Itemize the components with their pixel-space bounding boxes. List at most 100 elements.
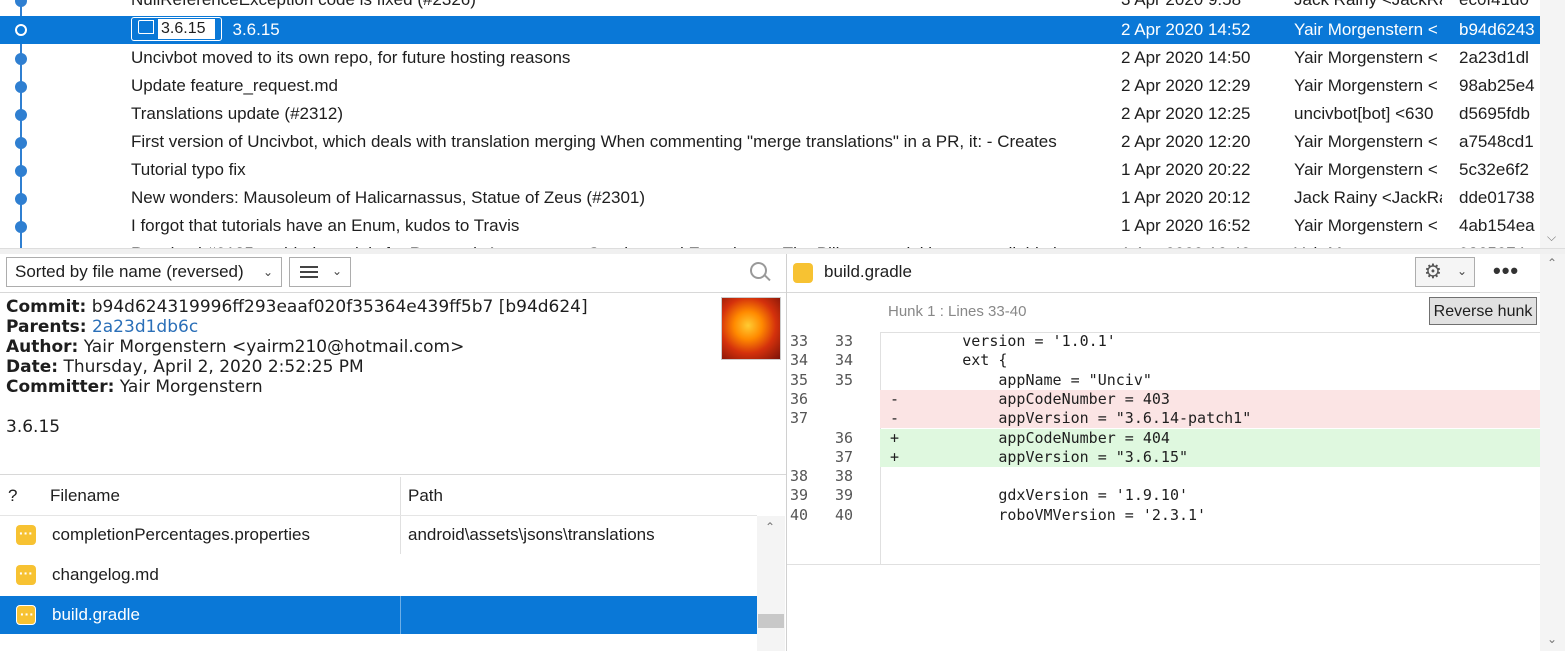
diff-line-deleted[interactable]: 36 - appCodeNumber = 403	[787, 389, 1540, 410]
modified-file-icon	[16, 595, 36, 633]
commit-node	[15, 165, 27, 177]
diff-line-context[interactable]: 33 33 version = '1.0.1'	[787, 332, 1540, 351]
scroll-down-icon[interactable]: ⌵	[1547, 230, 1556, 245]
diff-scrollbar[interactable]: ⌃ ⌄	[1540, 254, 1565, 651]
commit-row[interactable]: Update feature_request.md 2 Apr 2020 12:…	[0, 72, 1540, 100]
new-line-number: 40	[835, 505, 854, 524]
parent-link[interactable]: 2a23d1db6c	[92, 317, 198, 337]
diff-line-context[interactable]: 34 34 ext {	[787, 351, 1540, 370]
code-text: ext {	[890, 351, 1008, 370]
new-line-number: 34	[835, 351, 854, 370]
diff-settings-button[interactable]: ⚙ ⌄	[1415, 257, 1475, 287]
commit-date: 3 Apr 2020 9:58	[1121, 0, 1286, 14]
modified-file-icon	[16, 554, 36, 592]
commit-row[interactable]: First version of Uncivbot, which deals w…	[0, 128, 1540, 156]
commit-date: 2 Apr 2020 14:50	[1121, 48, 1251, 67]
old-line-number: 39	[790, 486, 809, 505]
commit-message: First version of Uncivbot, which deals w…	[131, 132, 1057, 151]
log-scrollbar[interactable]	[1540, 0, 1565, 248]
commit-node	[15, 0, 27, 7]
new-line-number: 38	[835, 467, 854, 486]
committer-value: Yair Morgenstern	[119, 377, 263, 397]
date-label: Date:	[6, 357, 59, 377]
file-path: android\assets\jsons\translations	[408, 525, 655, 544]
commit-author: Jack Rainy <JackRa	[1294, 0, 1442, 14]
commit-author: Yair Morgenstern <	[1294, 132, 1438, 151]
commit-row[interactable]: Translations update (#2312) 2 Apr 2020 1…	[0, 100, 1540, 128]
commit-message: Resolved #2135 - added tutorials for Res…	[131, 240, 1106, 248]
diff-line-added[interactable]: 36 + appCodeNumber = 404	[787, 428, 1540, 448]
commit-message: NullReferenceException code is fixed (#2…	[131, 0, 1106, 14]
commit-date: 1 Apr 2020 16:52	[1121, 216, 1251, 235]
hunk-header: Hunk 1 : Lines 33-40 Reverse hunk	[880, 294, 1540, 333]
divider	[787, 564, 1540, 565]
diff-line-context[interactable]: 35 35 appName = "Unciv"	[787, 371, 1540, 390]
commit-row[interactable]: I forgot that tutorials have an Enum, ku…	[0, 212, 1540, 240]
view-mode-dropdown[interactable]: ⌄	[289, 257, 351, 287]
file-row[interactable]: changelog.md	[0, 554, 757, 594]
status-column-header[interactable]: ?	[8, 477, 17, 515]
commit-row[interactable]: Uncivbot moved to its own repo, for futu…	[0, 44, 1540, 72]
filename-column-header[interactable]: Filename	[50, 477, 120, 515]
divider	[787, 292, 1540, 293]
old-line-number: 33	[790, 332, 809, 350]
commit-hash: 9365074	[1459, 240, 1539, 248]
diff-line-context[interactable]: 39 39 gdxVersion = '1.9.10'	[787, 486, 1540, 505]
diff-line-added[interactable]: 37 + appVersion = "3.6.15"	[787, 447, 1540, 468]
diff-header: build.gradle ⚙ ⌄ •••	[787, 252, 1540, 292]
commit-info: Commit: b94d624319996ff293eaaf020f35364e…	[6, 297, 588, 437]
old-line-number: 35	[790, 370, 809, 389]
commit-row[interactable]: Resolved #2135 - added tutorials for Res…	[0, 240, 1540, 248]
old-line-number: 37	[790, 409, 809, 428]
old-line-number: 40	[790, 505, 809, 524]
scroll-down-icon[interactable]: ⌄	[1547, 632, 1557, 646]
commit-node	[15, 193, 27, 205]
diff-line-context[interactable]: 40 40 roboVMVersion = '2.3.1'	[787, 506, 1540, 525]
more-options-icon[interactable]: •••	[1493, 258, 1519, 284]
date-value: Thursday, April 2, 2020 2:52:25 PM	[63, 357, 364, 377]
commit-node	[15, 109, 27, 121]
commit-node	[15, 81, 27, 93]
commit-message: Translations update (#2312)	[131, 104, 344, 123]
commit-message: Tutorial typo fix	[131, 160, 246, 179]
commit-hash: a7548cd1	[1459, 132, 1534, 151]
chevron-down-icon: ⌄	[331, 264, 342, 278]
commit-node	[15, 53, 27, 65]
diff-line-deleted[interactable]: 37 - appVersion = "3.6.14-patch1"	[787, 409, 1540, 429]
commit-row-selected[interactable]: 3.6.15 3.6.15 2 Apr 2020 14:52 Yair Morge…	[0, 16, 1540, 44]
commit-date: 2 Apr 2020 12:25	[1121, 104, 1251, 123]
scroll-up-icon[interactable]: ⌃	[1547, 256, 1557, 270]
commit-log[interactable]: NullReferenceException code is fixed (#2…	[0, 0, 1565, 248]
chevron-down-icon: ⌄	[262, 265, 273, 279]
file-row[interactable]: completionPercentages.properties android…	[0, 514, 757, 554]
commit-message: 3.6.15	[232, 20, 280, 39]
commit-row[interactable]: Tutorial typo fix 1 Apr 2020 20:22 Yair …	[0, 156, 1540, 184]
code-text: roboVMVersion = '2.3.1'	[890, 505, 1207, 524]
file-list-scrollbar[interactable]: ⌃	[757, 516, 785, 651]
tag-label: 3.6.15	[158, 18, 216, 39]
scrollbar-thumb[interactable]	[758, 614, 784, 628]
sort-dropdown[interactable]: Sorted by file name (reversed) ⌄	[6, 257, 282, 287]
commit-row[interactable]: New wonders: Mausoleum of Halicarnassus,…	[0, 184, 1540, 212]
search-icon[interactable]	[750, 262, 767, 279]
file-row-selected[interactable]: build.gradle	[0, 595, 757, 634]
committer-label: Committer:	[6, 377, 115, 397]
code-text: - appVersion = "3.6.14-patch1"	[890, 409, 1252, 428]
reverse-hunk-button[interactable]: Reverse hunk	[1429, 297, 1537, 325]
commit-sha: b94d624319996ff293eaaf020f35364e439ff5b7…	[91, 297, 588, 317]
path-column-header[interactable]: Path	[408, 477, 443, 515]
gear-icon: ⚙	[1424, 261, 1442, 283]
new-line-number: 36	[835, 428, 854, 447]
diff-panel: build.gradle ⚙ ⌄ ••• Hunk 1 : Lines 33-4…	[787, 252, 1540, 651]
commit-message-body: 3.6.15	[6, 417, 61, 437]
commit-author: Yair Morgenstern <	[1294, 48, 1438, 67]
sort-dropdown-label: Sorted by file name (reversed)	[15, 262, 244, 281]
diff-line-context[interactable]: 38 38	[787, 467, 1540, 486]
new-line-number: 39	[835, 486, 854, 505]
old-line-number: 36	[790, 389, 809, 408]
commit-row[interactable]: NullReferenceException code is fixed (#2…	[0, 0, 1540, 14]
file-name: completionPercentages.properties	[52, 525, 310, 544]
tag-badge[interactable]: 3.6.15	[131, 16, 223, 41]
code-text: - appCodeNumber = 403	[890, 389, 1170, 408]
scroll-up-icon[interactable]: ⌃	[765, 520, 775, 534]
